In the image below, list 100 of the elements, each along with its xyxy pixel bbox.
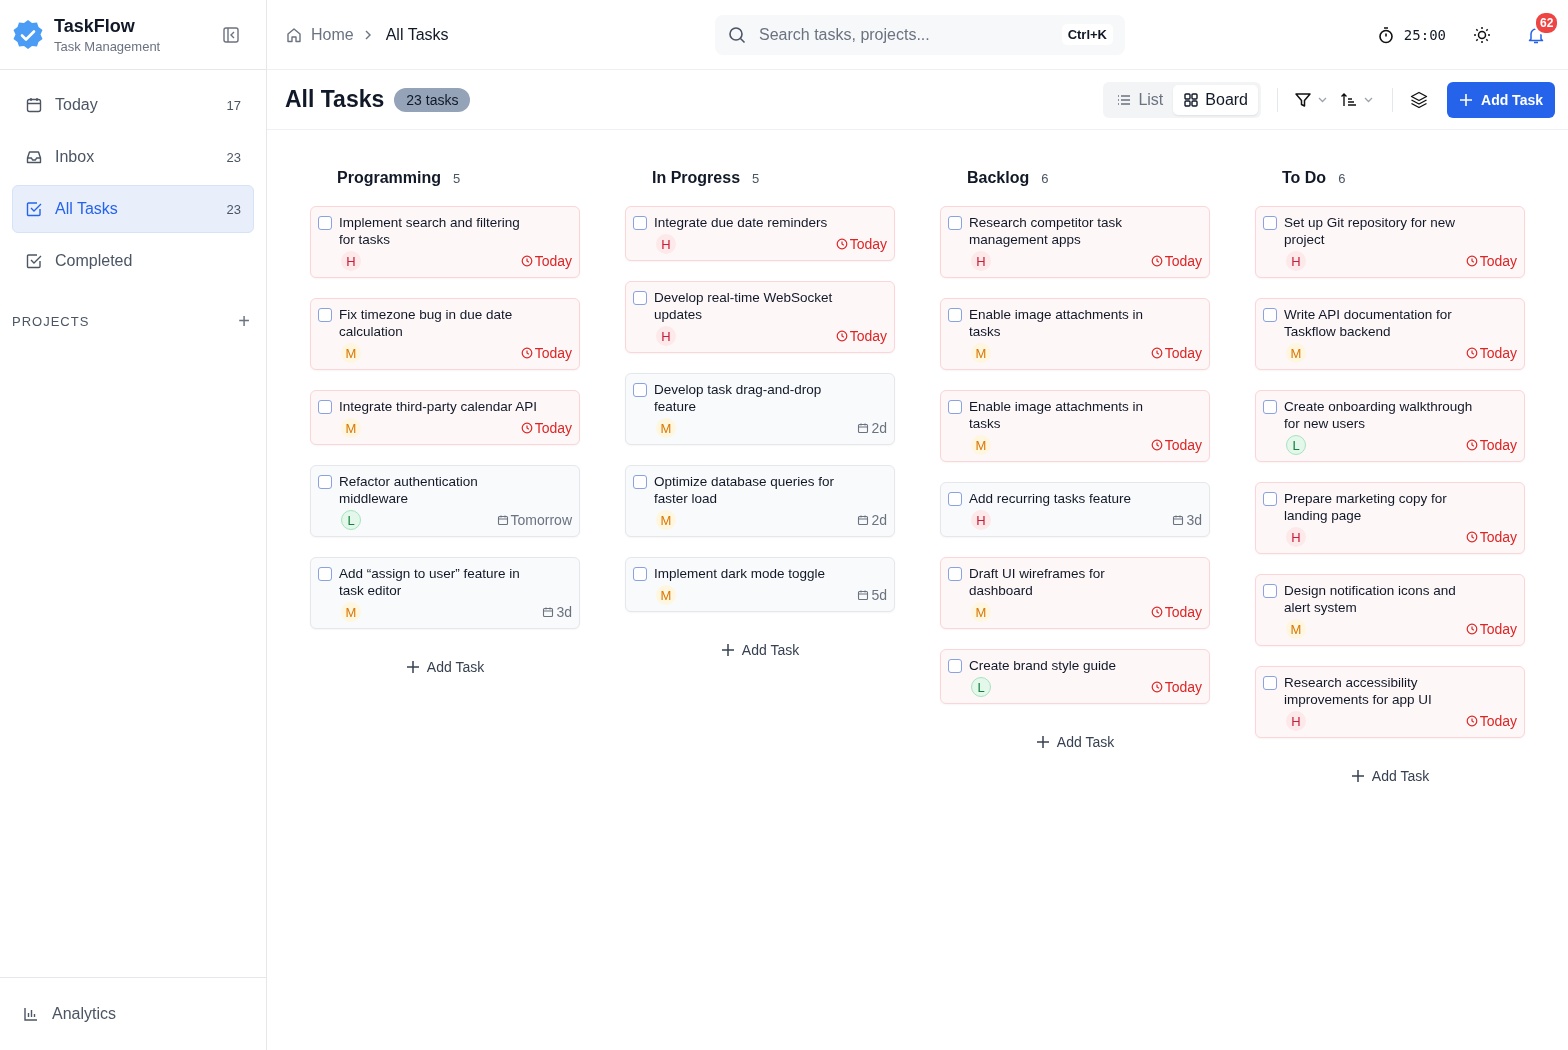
plus-icon	[405, 660, 420, 674]
priority-badge: L	[1286, 435, 1306, 455]
task-card[interactable]: Add recurring tasks feature H 3d	[940, 482, 1210, 537]
task-card[interactable]: Develop task drag-and-drop feature M 2d	[625, 373, 895, 445]
clock-icon	[835, 330, 848, 342]
add-task-link[interactable]: Add Task	[712, 636, 808, 664]
task-checkbox[interactable]	[1263, 216, 1277, 230]
analytics-link[interactable]: Analytics	[0, 977, 266, 1050]
task-checkbox[interactable]	[318, 475, 332, 489]
task-card[interactable]: Write API documentation for Taskflow backend M Today	[1255, 298, 1525, 370]
task-card[interactable]: Draft UI wireframes for dashboard M Today	[940, 557, 1210, 629]
column-title: Backlog	[967, 169, 1030, 187]
priority-badge: M	[971, 343, 991, 363]
sidebar-item[interactable]: Inbox 23	[12, 133, 254, 181]
task-checkbox[interactable]	[633, 567, 647, 581]
task-title: Prepare marketing copy for landing page	[1284, 490, 1448, 524]
task-checkbox[interactable]	[1263, 400, 1277, 414]
projects-heading: PROJECTS	[12, 314, 90, 329]
priority-badge: M	[656, 418, 676, 438]
add-project-button[interactable]: +	[238, 310, 250, 333]
task-title: Create onboarding walkthrough for new users	[1284, 398, 1474, 432]
sidebar-item[interactable]: All Tasks 23	[12, 185, 254, 233]
add-task-link[interactable]: Add Task	[1027, 728, 1123, 756]
task-card[interactable]: Research competitor task management apps H Today	[940, 206, 1210, 278]
clock-icon	[1465, 347, 1478, 359]
task-checkbox[interactable]	[318, 308, 332, 322]
add-task-link[interactable]: Add Task	[1342, 762, 1438, 790]
view-toggle-button[interactable]: List	[1106, 84, 1174, 115]
task-card[interactable]: Research accessibility improvements for app UI H Today	[1255, 666, 1525, 738]
collapse-sidebar-icon[interactable]	[222, 25, 240, 44]
clock-icon	[1465, 255, 1478, 267]
due-date: 3d	[542, 604, 572, 620]
home-icon[interactable]	[285, 25, 303, 44]
priority-badge: M	[656, 585, 676, 605]
task-title: Enable image attachments in tasks	[969, 306, 1145, 340]
logo-icon	[12, 18, 44, 51]
sidebar-item[interactable]: Completed	[12, 237, 254, 285]
priority-badge: M	[341, 602, 361, 622]
search-field[interactable]: Search tasks, projects... Ctrl+K	[715, 14, 1125, 55]
task-title: Research accessibility improvements for app UI	[1284, 674, 1433, 708]
priority-badge: M	[971, 435, 991, 455]
priority-badge: M	[656, 510, 676, 530]
task-checkbox[interactable]	[948, 659, 962, 673]
task-title: Implement dark mode toggle	[654, 565, 826, 582]
clock-icon	[520, 422, 533, 434]
add-task-link[interactable]: Add Task	[397, 653, 493, 681]
task-card[interactable]: Enable image attachments in tasks M Today	[940, 298, 1210, 370]
sidebar-item[interactable]: Today 17	[12, 81, 254, 129]
task-checkbox[interactable]	[633, 475, 647, 489]
task-checkbox[interactable]	[318, 216, 332, 230]
task-checkbox[interactable]	[948, 492, 962, 506]
task-checkbox[interactable]	[948, 567, 962, 581]
task-title: Write API documentation for Taskflow backend	[1284, 306, 1453, 340]
task-title: Develop real-time WebSocket updates	[654, 289, 834, 323]
column-count: 5	[752, 170, 760, 186]
task-checkbox[interactable]	[633, 291, 647, 305]
clock-icon	[1150, 439, 1163, 451]
calendar-icon	[496, 514, 509, 526]
task-card[interactable]: Integrate third-party calendar API M Today	[310, 390, 580, 445]
task-card[interactable]: Implement search and filtering for tasks H Today	[310, 206, 580, 278]
task-checkbox[interactable]	[318, 567, 332, 581]
task-card[interactable]: Develop real-time WebSocket updates H Today	[625, 281, 895, 353]
task-checkbox[interactable]	[318, 400, 332, 414]
task-card[interactable]: Integrate due date reminders H Today	[625, 206, 895, 261]
task-checkbox[interactable]	[948, 400, 962, 414]
task-card[interactable]: Create brand style guide L Today	[940, 649, 1210, 704]
task-card[interactable]: Create onboarding walkthrough for new users L Today	[1255, 390, 1525, 462]
search-input[interactable]: Search tasks, projects...	[757, 24, 1052, 45]
task-card[interactable]: Add “assign to user” feature in task editor M 3d	[310, 557, 580, 629]
inbox-icon	[25, 148, 43, 166]
breadcrumb-link[interactable]: Home	[311, 25, 354, 44]
task-card[interactable]: Enable image attachments in tasks M Today	[940, 390, 1210, 462]
due-date: 5d	[857, 587, 887, 603]
task-card[interactable]: Refactor authentication middleware L Tomorrow	[310, 465, 580, 537]
layers-icon[interactable]	[1409, 89, 1429, 110]
task-title: Add “assign to user” feature in task editor	[339, 565, 521, 599]
task-card[interactable]: Prepare marketing copy for landing page H Today	[1255, 482, 1525, 554]
task-title: Enable image attachments in tasks	[969, 398, 1145, 432]
due-date: Today	[1150, 604, 1202, 620]
task-checkbox[interactable]	[633, 216, 647, 230]
task-checkbox[interactable]	[1263, 676, 1277, 690]
task-checkbox[interactable]	[1263, 308, 1277, 322]
calendar-icon	[542, 606, 555, 618]
task-card[interactable]: Implement dark mode toggle M 5d	[625, 557, 895, 612]
task-checkbox[interactable]	[1263, 584, 1277, 598]
task-card[interactable]: Design notification icons and alert system M Today	[1255, 574, 1525, 646]
task-checkbox[interactable]	[948, 216, 962, 230]
task-checkbox[interactable]	[633, 383, 647, 397]
sun-icon[interactable]	[1472, 24, 1492, 45]
task-title: Set up Git repository for new project	[1284, 214, 1457, 248]
priority-badge: H	[656, 234, 676, 254]
task-card[interactable]: Fix timezone bug in due date calculation M Today	[310, 298, 580, 370]
task-checkbox[interactable]	[1263, 492, 1277, 506]
task-card[interactable]: Optimize database queries for faster load M 2d	[625, 465, 895, 537]
due-date: Tomorrow	[496, 512, 572, 528]
view-toggle-button[interactable]: Board	[1173, 84, 1258, 115]
column-title: In Progress	[652, 169, 741, 187]
task-checkbox[interactable]	[948, 308, 962, 322]
add-task-button[interactable]: Add Task	[1447, 81, 1555, 118]
task-card[interactable]: Set up Git repository for new project H Today	[1255, 206, 1525, 278]
